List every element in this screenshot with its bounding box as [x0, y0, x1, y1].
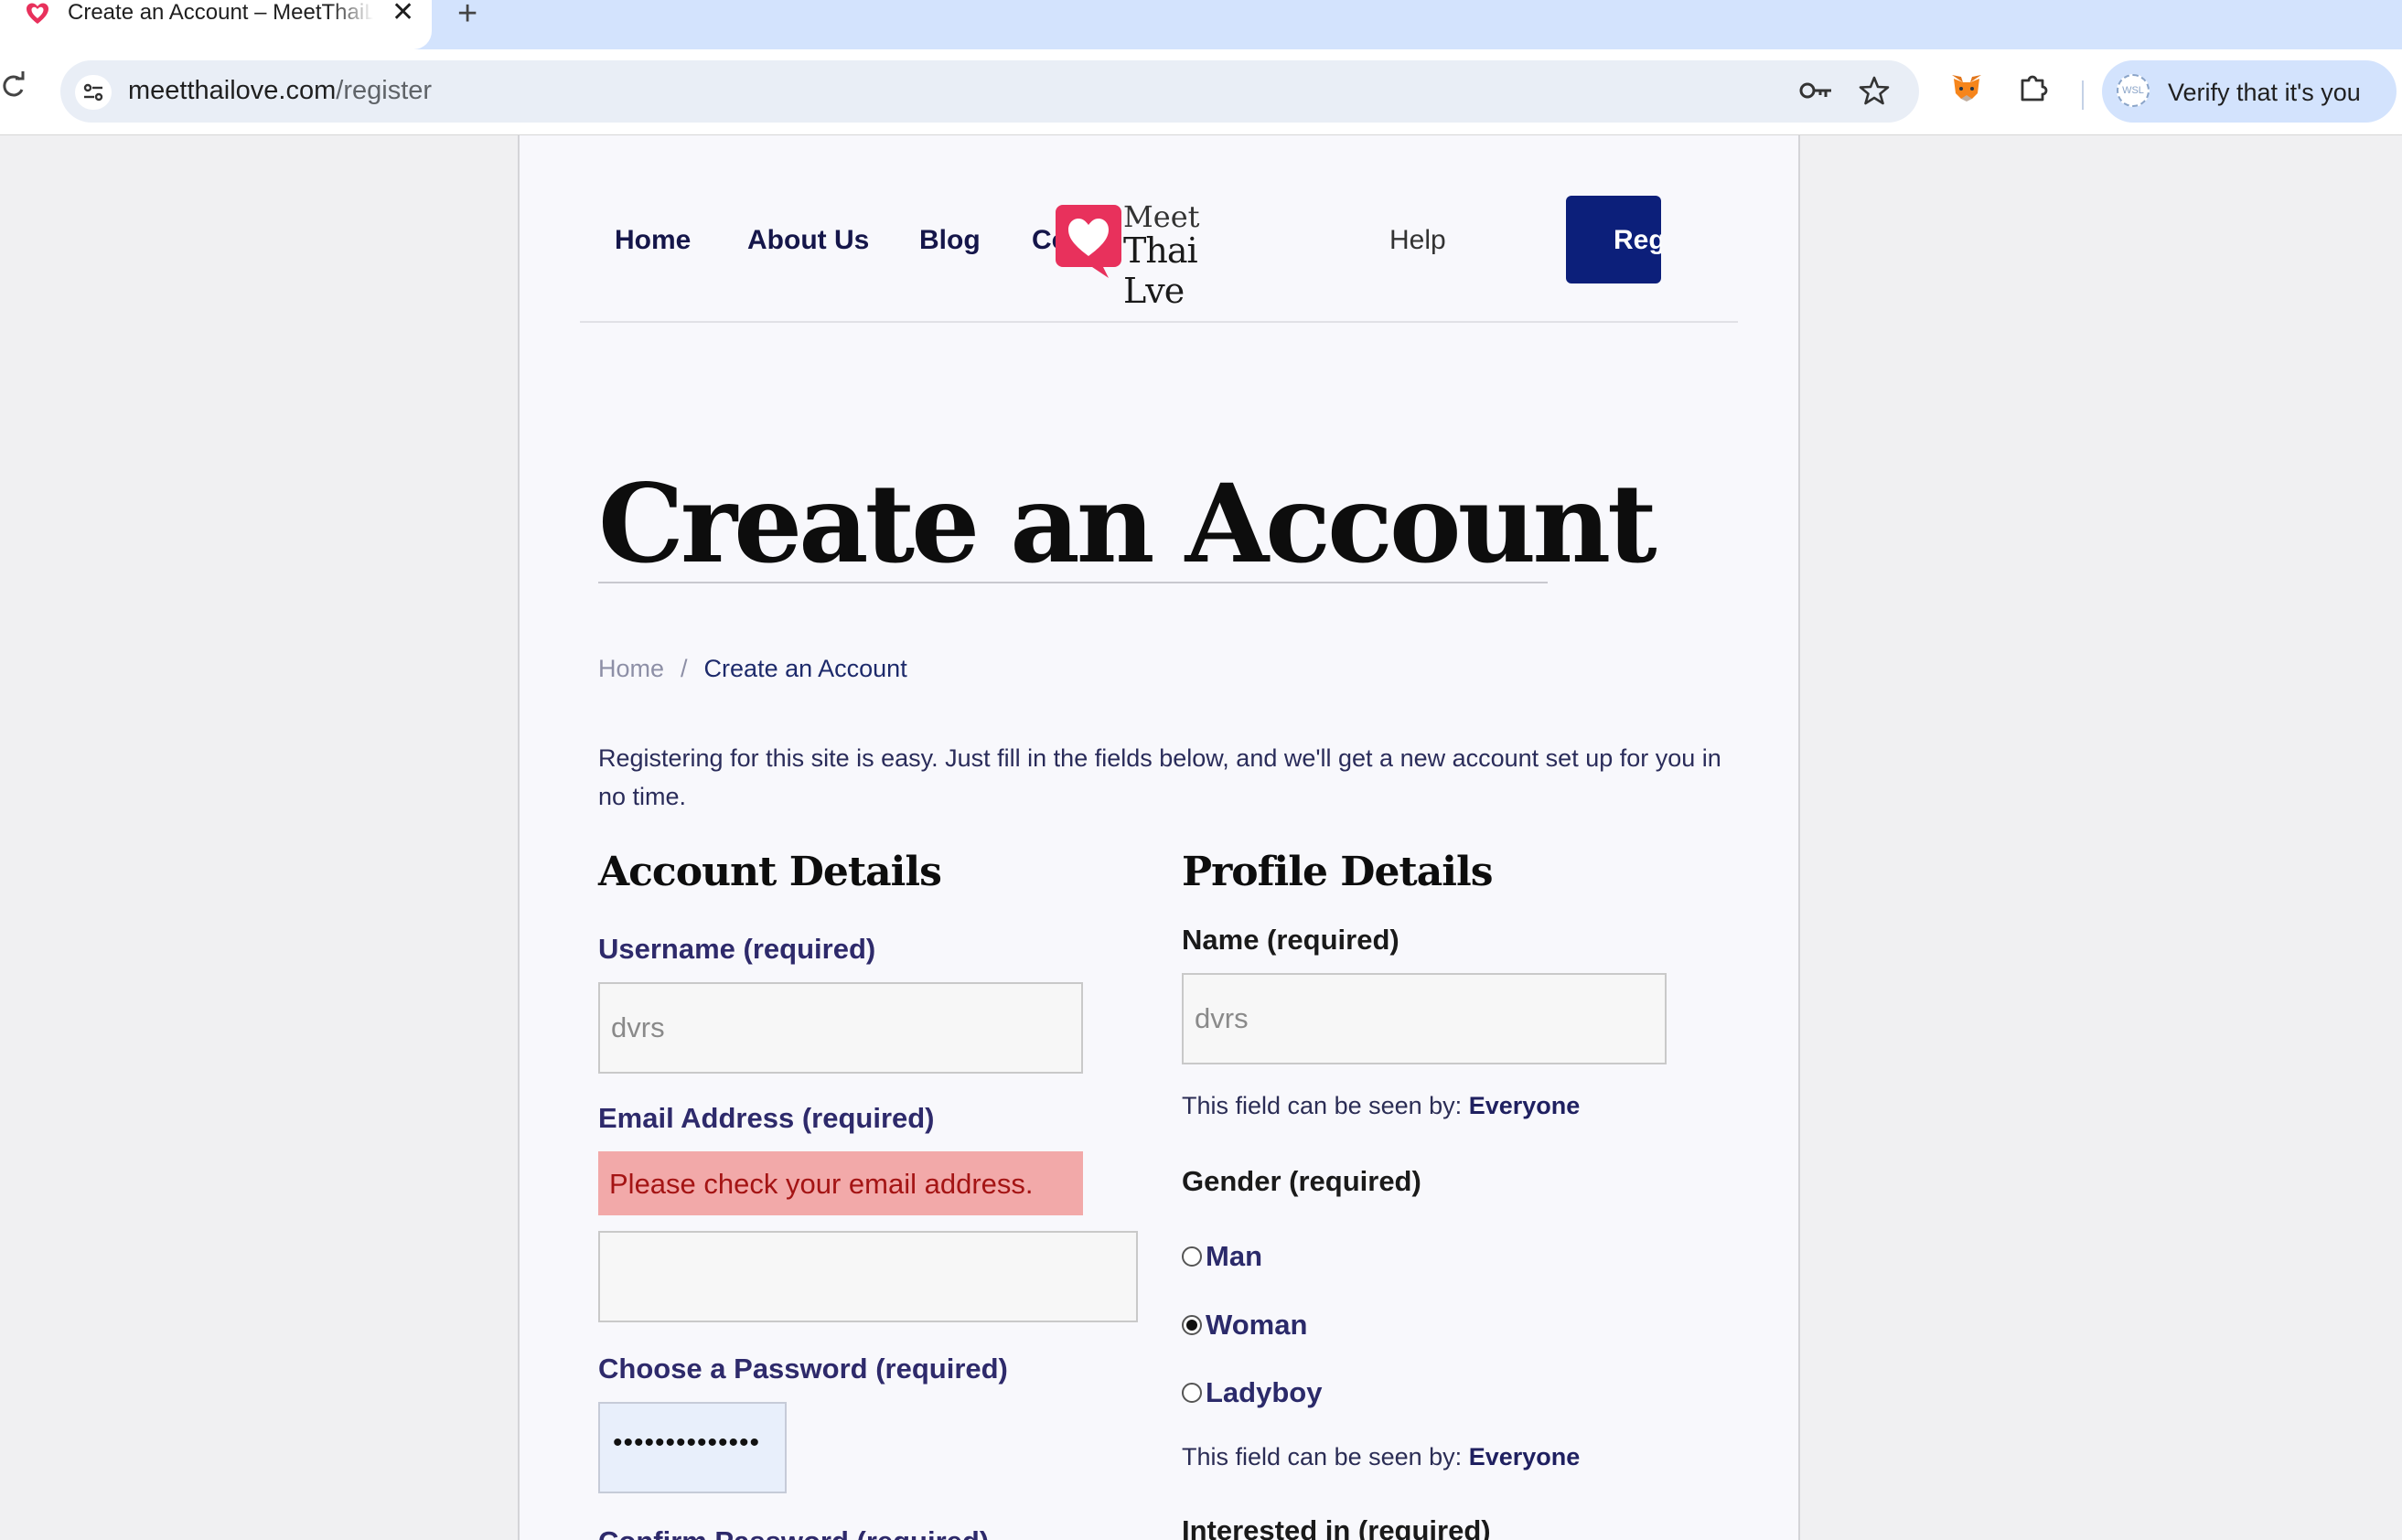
- password-key-icon[interactable]: [1798, 79, 1835, 102]
- nav-about-us[interactable]: About Us: [747, 225, 869, 256]
- name-input[interactable]: dvrs: [1182, 973, 1667, 1064]
- password-label: Choose a Password (required): [598, 1353, 1008, 1385]
- username-label: Username (required): [598, 933, 876, 965]
- intro-text: Registering for this site is easy. Just …: [598, 744, 1721, 810]
- reload-icon[interactable]: [0, 71, 29, 101]
- breadcrumb-home[interactable]: Home: [598, 655, 664, 682]
- gender-option-man[interactable]: Man: [1182, 1240, 1262, 1273]
- name-visibility-note: This field can be seen by: Everyone: [1182, 1092, 1581, 1119]
- tab-close-icon[interactable]: ✕: [391, 0, 414, 27]
- email-label: Email Address (required): [598, 1102, 935, 1134]
- browser-tab[interactable]: Create an Account – MeetThaiLove ✕: [0, 0, 432, 49]
- gender-label: Gender (required): [1182, 1165, 1421, 1197]
- nav-home[interactable]: Home: [615, 225, 691, 256]
- page-title: Create an Account: [598, 460, 1657, 587]
- username-input[interactable]: dvrs: [598, 982, 1083, 1074]
- email-error-message: Please check your email address.: [598, 1151, 1083, 1215]
- toolbar-separator: [2082, 80, 2084, 110]
- register-button[interactable]: Reg: [1566, 196, 1661, 283]
- gender-visibility-note: This field can be seen by: Everyone: [1182, 1443, 1581, 1470]
- tab-strip: Create an Account – MeetThaiLove ✕ +: [0, 0, 2402, 49]
- verify-profile-button[interactable]: WSL Verify that it's you: [2102, 60, 2397, 123]
- profile-avatar: WSL: [2117, 74, 2150, 107]
- address-bar[interactable]: meetthailove.com/register: [60, 60, 1919, 123]
- profile-details-heading: Profile Details: [1182, 849, 1493, 895]
- new-tab-icon[interactable]: +: [457, 0, 477, 31]
- url-text: meetthailove.com/register: [128, 76, 433, 105]
- email-input[interactable]: [598, 1231, 1138, 1322]
- breadcrumb-separator: /: [681, 655, 688, 682]
- title-underline: [598, 582, 1548, 583]
- verify-label: Verify that it's you: [2168, 79, 2361, 106]
- logo-text-thai-love: Thai Lve: [1123, 230, 1198, 311]
- header-divider: [580, 321, 1738, 323]
- password-input[interactable]: ••••••••••••••: [598, 1402, 787, 1493]
- logo-heart-icon: [1056, 205, 1121, 278]
- radio-man[interactable]: [1182, 1246, 1202, 1267]
- confirm-password-label: Confirm Password (required): [598, 1525, 989, 1540]
- breadcrumb: Home / Create an Account: [598, 655, 907, 683]
- page-container: Home About Us Blog Co Help Meet Thai Lve…: [518, 135, 1800, 1540]
- radio-ladyboy[interactable]: [1182, 1383, 1202, 1403]
- browser-toolbar: meetthailove.com/register WSL Verify tha…: [0, 49, 2402, 135]
- breadcrumb-current: Create an Account: [703, 655, 907, 682]
- gender-option-woman[interactable]: Woman: [1182, 1309, 1307, 1342]
- gender-visibility-value[interactable]: Everyone: [1469, 1443, 1581, 1470]
- gender-option-ladyboy[interactable]: Ladyboy: [1182, 1376, 1322, 1409]
- bookmark-star-icon[interactable]: [1859, 75, 1890, 106]
- nav-help[interactable]: Help: [1389, 225, 1446, 256]
- interested-in-label: Interested in (required): [1182, 1514, 1491, 1540]
- account-details-heading: Account Details: [598, 849, 942, 895]
- page-viewport: Home About Us Blog Co Help Meet Thai Lve…: [0, 135, 2402, 1540]
- site-favicon-icon: [27, 3, 48, 24]
- extensions-puzzle-icon[interactable]: [2018, 71, 2049, 102]
- logo-text-meet: Meet: [1123, 199, 1200, 234]
- name-visibility-value[interactable]: Everyone: [1469, 1092, 1581, 1119]
- site-info-icon[interactable]: [75, 75, 112, 110]
- radio-woman[interactable]: [1182, 1315, 1202, 1335]
- site-logo[interactable]: Meet Thai Lve: [1056, 199, 1266, 311]
- metamask-fox-icon[interactable]: [1950, 73, 1983, 102]
- nav-blog[interactable]: Blog: [919, 225, 981, 256]
- name-label: Name (required): [1182, 924, 1399, 956]
- tab-title: Create an Account – MeetThaiLove: [68, 0, 373, 25]
